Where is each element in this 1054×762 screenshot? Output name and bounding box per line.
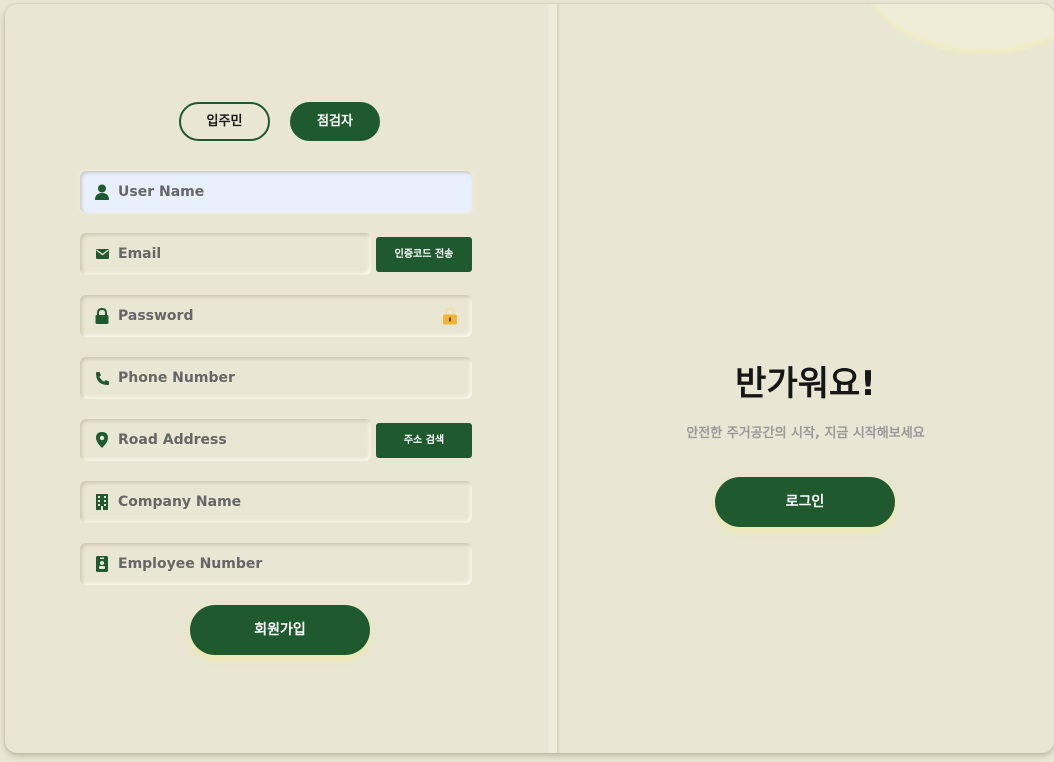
auth-card: 입주민 점검자 User Name Email 인증코드 전송 Password…: [5, 4, 1054, 753]
address-placeholder: Road Address: [118, 432, 227, 448]
phone-placeholder: Phone Number: [118, 370, 235, 386]
envelope-icon: [94, 246, 110, 262]
phone-field[interactable]: Phone Number: [80, 357, 472, 399]
id-badge-icon: [94, 556, 110, 572]
address-search-button[interactable]: 주소 검색: [376, 423, 472, 458]
password-field[interactable]: Password: [80, 295, 472, 337]
company-placeholder: Company Name: [118, 494, 242, 510]
phone-icon: [94, 370, 110, 386]
user-icon: [94, 184, 110, 200]
lock-icon: [94, 308, 110, 324]
employee-field[interactable]: Employee Number: [80, 543, 472, 585]
role-resident-button[interactable]: 입주민: [179, 102, 270, 141]
welcome-title: 반가워요!: [735, 364, 876, 404]
employee-placeholder: Employee Number: [118, 556, 263, 572]
login-button[interactable]: 로그인: [715, 477, 895, 527]
password-placeholder: Password: [118, 308, 194, 324]
panel-divider: [550, 4, 557, 753]
address-field[interactable]: Road Address: [80, 419, 371, 461]
building-icon: [94, 494, 110, 510]
corner-decoration: [854, 4, 1054, 49]
welcome-subtitle: 안전한 주거공간의 시작, 지금 시작해보세요: [686, 426, 925, 441]
company-field[interactable]: Company Name: [80, 481, 472, 523]
email-placeholder: Email: [118, 246, 162, 262]
unlock-icon[interactable]: [442, 307, 458, 325]
role-inspector-button[interactable]: 점검자: [290, 102, 380, 141]
username-field[interactable]: User Name: [80, 171, 472, 213]
email-field[interactable]: Email: [80, 233, 371, 275]
username-placeholder: User Name: [118, 184, 205, 200]
send-code-button[interactable]: 인증코드 전송: [376, 237, 472, 272]
map-pin-icon: [94, 432, 110, 448]
signup-button[interactable]: 회원가입: [190, 605, 370, 655]
